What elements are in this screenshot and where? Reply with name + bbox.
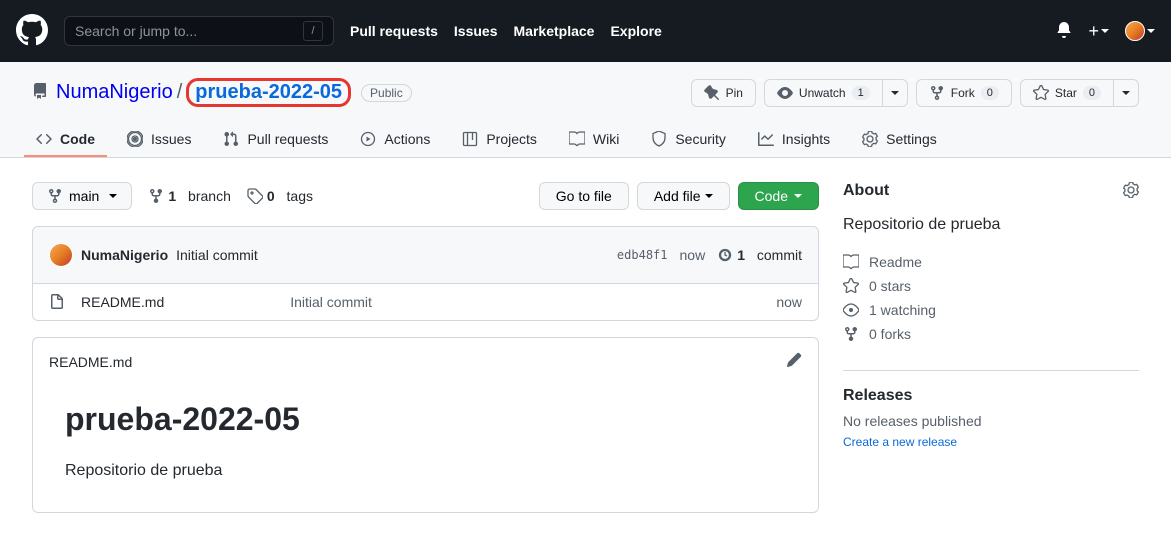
- commit-sha[interactable]: edb48f1: [617, 248, 668, 262]
- unwatch-dropdown[interactable]: [883, 79, 908, 107]
- about-heading: About: [843, 182, 889, 200]
- search-hotkey: /: [303, 21, 323, 41]
- star-dropdown[interactable]: [1114, 79, 1139, 107]
- readme-box: README.md prueba-2022-05 Repositorio de …: [32, 337, 819, 513]
- edit-icon[interactable]: [786, 352, 802, 371]
- nav-pull-requests[interactable]: Pull requests: [350, 23, 438, 39]
- commit-time: now: [680, 247, 706, 263]
- meta-readme[interactable]: Readme: [843, 250, 1139, 274]
- readme-description: Repositorio de prueba: [65, 462, 786, 480]
- create-release-link[interactable]: Create a new release: [843, 435, 957, 449]
- file-icon: [49, 294, 65, 310]
- nav-marketplace[interactable]: Marketplace: [514, 23, 595, 39]
- readme-title: prueba-2022-05: [65, 401, 786, 446]
- watch-group: Unwatch1: [764, 79, 908, 107]
- owner-link[interactable]: NumaNigerio: [56, 81, 173, 104]
- tab-wiki[interactable]: Wiki: [557, 123, 631, 157]
- repo-actions: Pin Unwatch1 Fork0 Star0: [691, 79, 1139, 107]
- sidebar: About Repositorio de prueba Readme 0 sta…: [843, 182, 1139, 513]
- unwatch-button[interactable]: Unwatch1: [764, 79, 883, 107]
- tab-projects[interactable]: Projects: [450, 123, 549, 157]
- global-nav: Pull requests Issues Marketplace Explore: [350, 23, 662, 39]
- repo-tabs: Code Issues Pull requests Actions Projec…: [0, 123, 1171, 157]
- commit-avatar: [49, 243, 73, 267]
- commit-message[interactable]: Initial commit: [176, 247, 258, 263]
- github-logo[interactable]: [16, 14, 48, 49]
- add-file-button[interactable]: Add file: [637, 182, 730, 210]
- meta-stars[interactable]: 0 stars: [843, 274, 1139, 298]
- divider: [843, 370, 1139, 371]
- header-right: +: [1056, 21, 1155, 42]
- repo-name-highlight: prueba-2022-05: [186, 78, 351, 107]
- releases-section: Releases No releases published Create a …: [843, 387, 1139, 449]
- repo-link[interactable]: prueba-2022-05: [195, 81, 342, 103]
- tab-settings[interactable]: Settings: [850, 123, 949, 157]
- file-navigation: main 1 branch 0 tags Go to file Add file…: [32, 182, 819, 210]
- tab-issues[interactable]: Issues: [115, 123, 203, 157]
- tab-actions[interactable]: Actions: [348, 123, 442, 157]
- meta-forks[interactable]: 0 forks: [843, 322, 1139, 346]
- visibility-badge: Public: [361, 84, 412, 102]
- file-commit-message[interactable]: Initial commit: [290, 294, 372, 310]
- tab-code[interactable]: Code: [24, 123, 107, 157]
- add-menu[interactable]: +: [1088, 21, 1109, 42]
- branches-link[interactable]: 1 branch: [148, 188, 231, 204]
- tab-security[interactable]: Security: [639, 123, 738, 157]
- branch-selector[interactable]: main: [32, 182, 132, 210]
- repo-title-row: NumaNigerio / prueba-2022-05 Public Pin …: [0, 78, 1171, 123]
- file-time: now: [776, 294, 802, 310]
- file-name[interactable]: README.md: [81, 294, 164, 310]
- search-input[interactable]: Search or jump to... /: [64, 16, 334, 46]
- commit-header: NumaNigerio Initial commit edb48f1 now 1…: [33, 227, 818, 284]
- tab-insights[interactable]: Insights: [746, 123, 842, 157]
- repo-icon: [32, 83, 48, 102]
- breadcrumb: NumaNigerio / prueba-2022-05: [56, 78, 351, 107]
- breadcrumb-separator: /: [177, 81, 183, 104]
- file-row[interactable]: README.md Initial commit now: [33, 284, 818, 320]
- releases-heading: Releases: [843, 387, 1139, 405]
- about-description: Repositorio de prueba: [843, 216, 1139, 234]
- star-group: Star0: [1020, 79, 1139, 107]
- tab-pull-requests[interactable]: Pull requests: [211, 123, 340, 157]
- readme-filename[interactable]: README.md: [49, 354, 132, 370]
- star-button[interactable]: Star0: [1020, 79, 1114, 107]
- main-content: main 1 branch 0 tags Go to file Add file…: [0, 158, 1171, 537]
- commit-author[interactable]: NumaNigerio: [81, 247, 168, 263]
- search-placeholder: Search or jump to...: [75, 23, 197, 39]
- about-meta: Readme 0 stars 1 watching 0 forks: [843, 250, 1139, 346]
- releases-none: No releases published: [843, 413, 1139, 429]
- pin-button[interactable]: Pin: [691, 79, 756, 107]
- fork-button[interactable]: Fork0: [916, 79, 1012, 107]
- bell-icon[interactable]: [1056, 22, 1072, 41]
- file-nav-actions: Go to file Add file Code: [539, 182, 819, 210]
- left-column: main 1 branch 0 tags Go to file Add file…: [32, 182, 819, 513]
- code-button[interactable]: Code: [738, 182, 819, 210]
- readme-header: README.md: [33, 338, 818, 385]
- tags-link[interactable]: 0 tags: [247, 188, 313, 204]
- meta-watching[interactable]: 1 watching: [843, 298, 1139, 322]
- about-section: About Repositorio de prueba Readme 0 sta…: [843, 182, 1139, 346]
- settings-icon[interactable]: [1123, 182, 1139, 201]
- nav-explore[interactable]: Explore: [610, 23, 661, 39]
- user-menu[interactable]: [1125, 21, 1155, 41]
- global-header: Search or jump to... / Pull requests Iss…: [0, 0, 1171, 62]
- nav-issues[interactable]: Issues: [454, 23, 498, 39]
- repo-header: NumaNigerio / prueba-2022-05 Public Pin …: [0, 62, 1171, 158]
- goto-file-button[interactable]: Go to file: [539, 182, 629, 210]
- commits-link[interactable]: 1 commit: [717, 247, 802, 263]
- avatar: [1125, 21, 1145, 41]
- file-list-box: NumaNigerio Initial commit edb48f1 now 1…: [32, 226, 819, 321]
- commit-meta: edb48f1 now 1 commit: [617, 247, 802, 263]
- readme-body: prueba-2022-05 Repositorio de prueba: [33, 385, 818, 512]
